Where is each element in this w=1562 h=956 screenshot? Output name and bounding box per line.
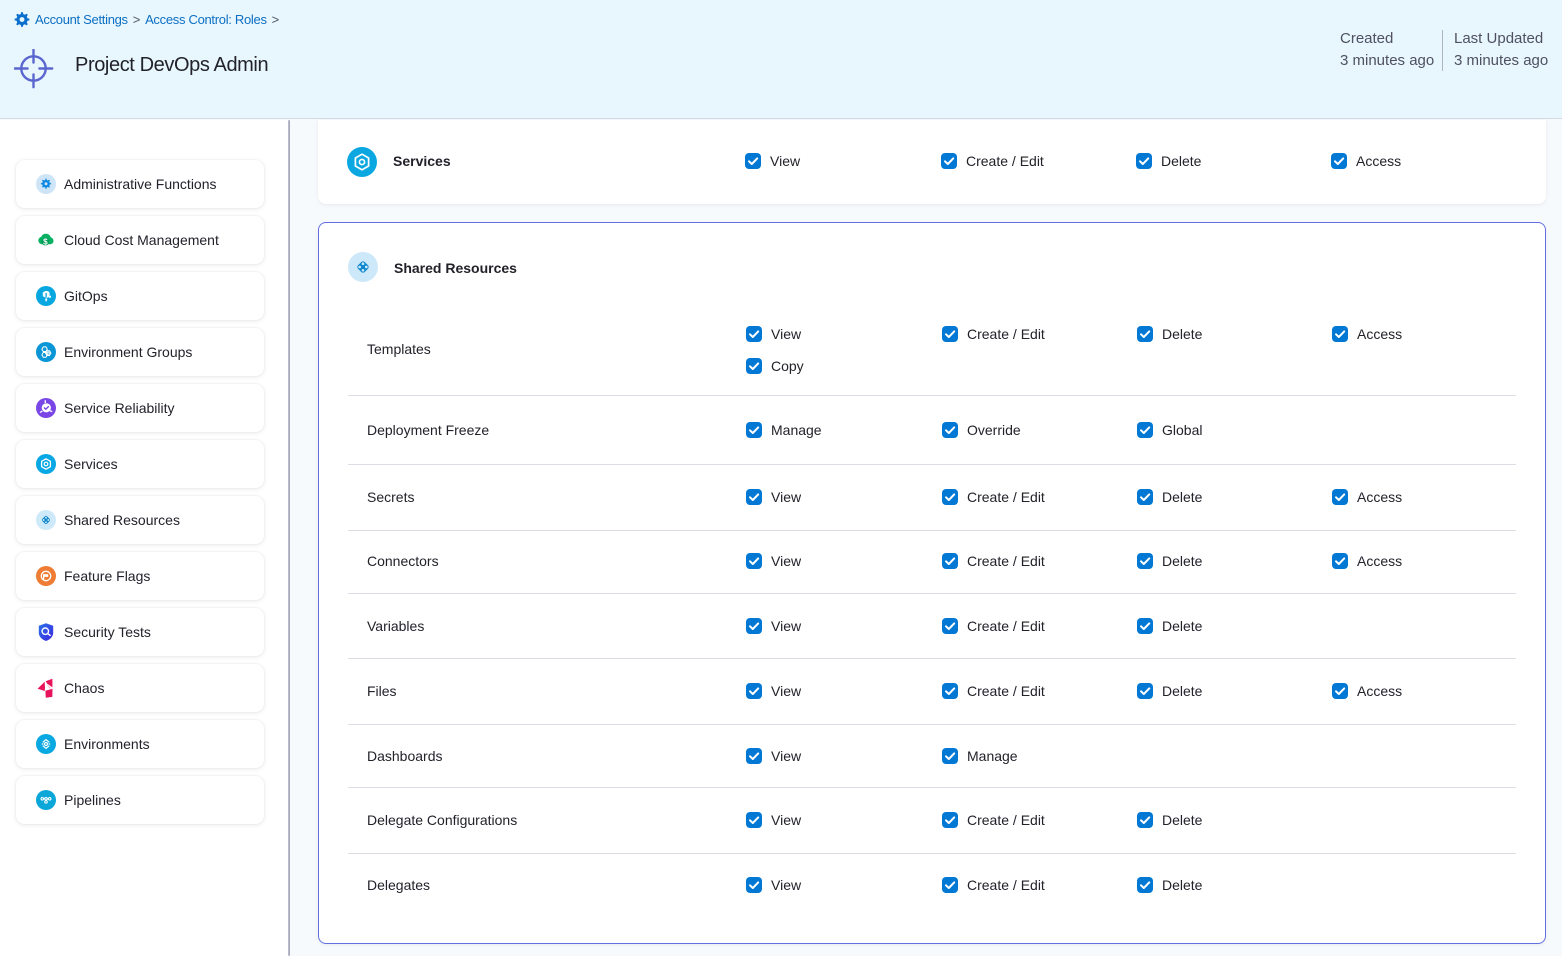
svg-text:$: $ <box>43 238 48 247</box>
